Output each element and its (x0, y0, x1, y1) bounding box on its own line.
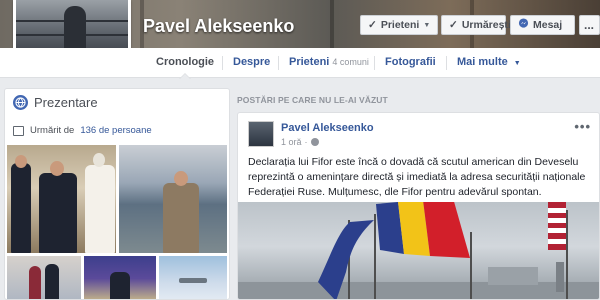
tab-label: Prieteni (289, 56, 330, 68)
person-figure (85, 165, 115, 253)
tab-timeline[interactable]: Cronologie (146, 48, 224, 79)
photo-thumbnail[interactable] (7, 145, 116, 253)
tab-label: Mai multe (457, 56, 508, 68)
globe-icon (310, 138, 319, 146)
post-timestamp[interactable]: 1 oră · (281, 137, 319, 147)
intro-card: Prezentare Urmărit de 136 de persoane (4, 88, 230, 300)
post-image[interactable] (238, 202, 599, 299)
person-figure (39, 173, 77, 253)
post-options-icon[interactable]: ••• (574, 119, 591, 134)
check-icon: ✓ (368, 19, 377, 31)
message-button-label: Mesaj (533, 19, 563, 31)
friends-button-label: Prieteni (380, 19, 420, 31)
messenger-icon (518, 18, 529, 32)
tab-about[interactable]: Despre (223, 48, 280, 78)
chevron-down-icon: ▼ (423, 21, 431, 29)
followers-prefix: Urmărit de (30, 125, 75, 136)
profile-name[interactable]: Pavel Alekseenko (143, 16, 294, 37)
person-figure (45, 264, 59, 299)
avatar[interactable] (248, 121, 274, 147)
person-figure (163, 183, 199, 253)
person-figure (11, 163, 31, 253)
follow-button-label: Urmărești (461, 19, 511, 31)
follow-button[interactable]: ✓ Urmărești (441, 15, 511, 35)
tab-photos[interactable]: Fotografii (375, 48, 446, 78)
photo-thumbnail[interactable] (7, 256, 81, 299)
flags-illustration (238, 202, 599, 299)
mutual-friends-count: 4 comuni (332, 57, 369, 67)
profile-tabs: Cronologie Despre Prieteni 4 comuni Fotog… (0, 48, 600, 79)
photo-thumbnail[interactable] (159, 256, 227, 299)
message-button[interactable]: Mesaj (510, 15, 575, 35)
followers-count-link[interactable]: 136 de persoane (80, 125, 151, 136)
more-button[interactable]: ... (579, 15, 600, 35)
feed-post: Pavel Alekseenko 1 oră · ••• Declarația … (237, 112, 600, 300)
airplane-shape (179, 278, 207, 283)
intro-title: Prezentare (34, 95, 98, 110)
person-figure (110, 272, 130, 299)
person-head (50, 161, 64, 176)
rss-icon (13, 125, 24, 136)
globe-icon (13, 95, 28, 110)
photo-thumbnail[interactable] (84, 256, 156, 299)
photo-grid (7, 145, 229, 299)
tab-label: Cronologie (156, 56, 215, 68)
tab-friends[interactable]: Prieteni 4 comuni (279, 48, 379, 78)
friends-button[interactable]: ✓ Prieteni ▼ (360, 15, 438, 35)
person-head (93, 153, 105, 167)
person-figure (29, 266, 41, 299)
tab-more[interactable]: Mai multe ▼ (447, 48, 531, 78)
followers-info: Urmărit de 136 de persoane (13, 125, 152, 136)
tab-label: Fotografii (385, 56, 436, 68)
tab-label: Despre (233, 56, 271, 68)
chevron-down-icon: ▼ (513, 60, 521, 67)
person-head (15, 155, 27, 168)
unseen-posts-label: POSTĂRI PE CARE NU LE-AI VĂZUT (237, 95, 388, 105)
photo-thumbnail[interactable] (119, 145, 227, 253)
post-author[interactable]: Pavel Alekseenko (281, 122, 374, 134)
post-text: Declarația lui Fifor este încă o dovadă … (248, 156, 586, 198)
check-icon: ✓ (449, 19, 458, 31)
person-head (174, 171, 188, 186)
post-time-text: 1 oră (281, 137, 302, 147)
cover-detail (330, 0, 334, 48)
